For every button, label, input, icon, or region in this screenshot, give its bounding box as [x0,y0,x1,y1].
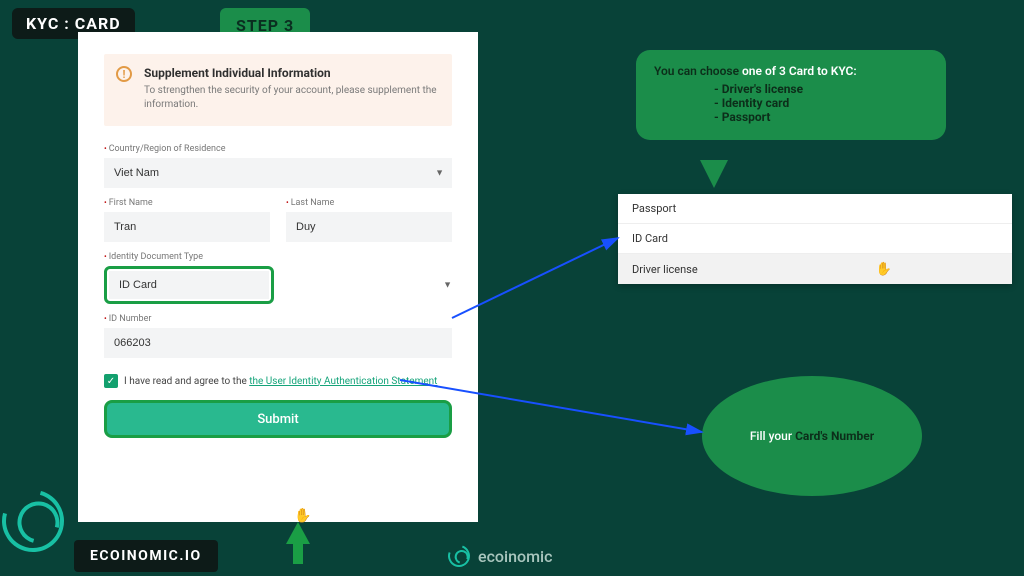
dropdown-item-idcard[interactable]: ID Card [618,224,1012,254]
up-arrow-icon [286,522,310,544]
info-icon: ! [116,66,132,82]
brand-center: ecoinomic [448,545,552,567]
first-name-label: First Name [104,198,270,208]
doc-type-select[interactable] [109,271,269,299]
speech-tail-icon [700,160,728,188]
ecoinomic-logo-icon [0,479,75,564]
dropdown-item-passport[interactable]: Passport [618,194,1012,224]
last-name-input[interactable] [286,212,452,242]
doc-type-highlight [104,266,274,304]
notice-title: Supplement Individual Information [144,66,438,80]
last-name-label: Last Name [286,198,452,208]
country-select[interactable]: ▼ [104,158,452,188]
id-number-input[interactable] [104,328,452,358]
chevron-down-icon: ▼ [435,168,444,179]
doc-type-dropdown: Passport ID Card Driver license ✋ [618,194,1012,284]
fill-number-callout: Fill your Card's Number [702,376,922,496]
submit-button[interactable]: Submit [104,400,452,438]
ecoinomic-logo-icon [444,541,473,570]
doc-type-label: Identity Document Type [104,252,452,262]
cursor-icon: ✋ [876,262,892,277]
info-notice: ! Supplement Individual Information To s… [104,54,452,126]
agreement-link[interactable]: the User Identity Authentication Stateme… [249,376,437,387]
kyc-form-card: ! Supplement Individual Information To s… [78,32,478,522]
id-number-label: ID Number [104,314,452,324]
dropdown-item-driver[interactable]: Driver license ✋ [618,254,1012,284]
agree-text: I have read and agree to the the User Id… [124,376,437,387]
choose-card-callout: You can choose one of 3 Card to KYC: - D… [636,50,946,140]
chevron-down-icon: ▼ [443,280,452,291]
country-value[interactable] [104,158,452,188]
notice-desc: To strengthen the security of your accou… [144,84,438,112]
country-label: Country/Region of Residence [104,144,452,154]
agree-checkbox[interactable]: ✓ [104,374,118,388]
brand-center-text: ecoinomic [478,547,552,566]
brand-badge: ECOINOMIC.IO [74,540,218,572]
doc-type-value[interactable] [109,271,269,299]
first-name-input[interactable] [104,212,270,242]
